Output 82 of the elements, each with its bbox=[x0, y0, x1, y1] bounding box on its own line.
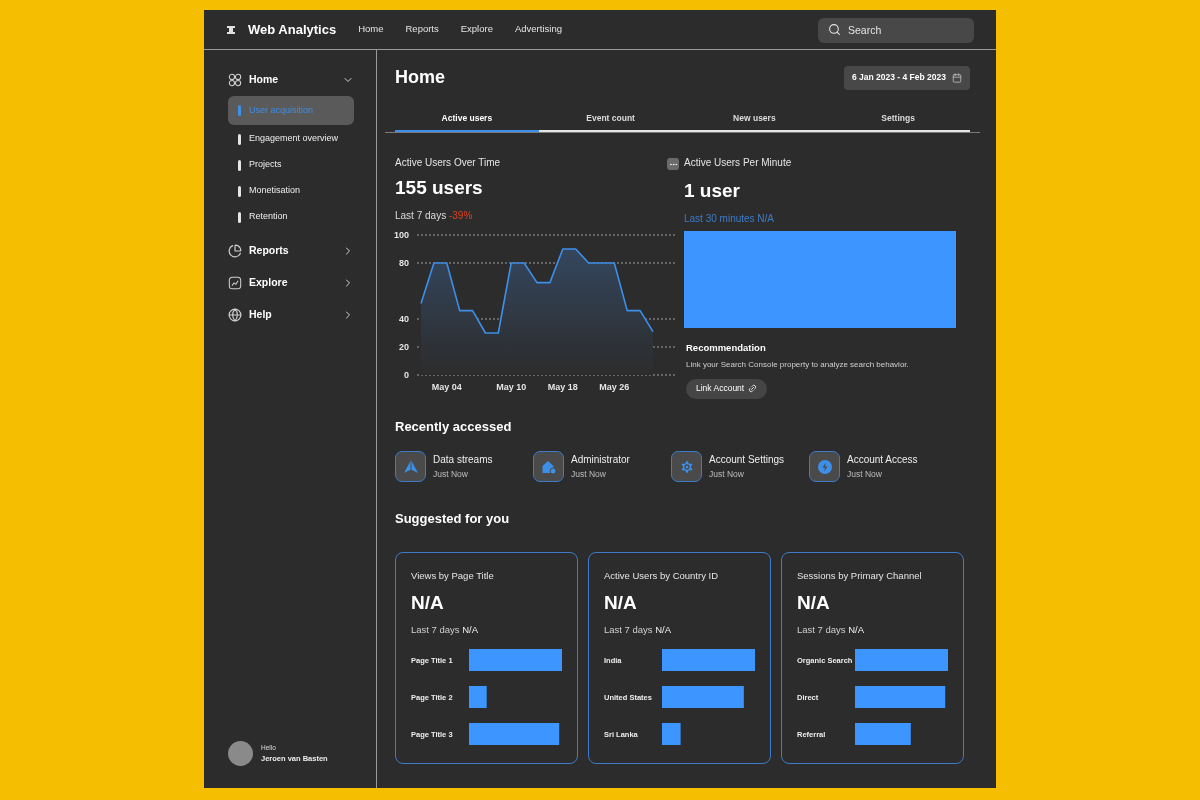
recent-item-label: Administrator bbox=[571, 454, 630, 467]
nav-link[interactable]: Explore bbox=[460, 22, 493, 37]
section-title: Recently accessed bbox=[395, 417, 513, 436]
gear-icon bbox=[678, 458, 695, 475]
y-tick-label: 40 bbox=[399, 313, 409, 324]
card-title: Sessions by Primary Channel bbox=[797, 568, 923, 583]
sidebar-item[interactable]: Home bbox=[228, 70, 354, 90]
sidebar-subitem[interactable]: Engagement overview bbox=[228, 127, 354, 151]
recent-item-time: Just Now bbox=[571, 468, 607, 480]
x-tick-label: May 04 bbox=[431, 381, 462, 392]
triangle-icon bbox=[402, 458, 419, 475]
metric-value: N/A bbox=[797, 591, 831, 615]
indicator-bar bbox=[238, 105, 241, 116]
recent-item-time: Just Now bbox=[709, 468, 745, 480]
tab[interactable]: New users bbox=[682, 106, 827, 132]
x-tick-label: May 26 bbox=[599, 381, 630, 392]
x-tick-label: May 10 bbox=[496, 381, 527, 392]
metric-value: 1 user bbox=[684, 179, 741, 203]
link-account-button[interactable]: Link Account bbox=[686, 378, 768, 399]
bar bbox=[662, 722, 681, 745]
indicator-bar bbox=[238, 185, 241, 197]
sidebar-item[interactable]: Help bbox=[228, 305, 354, 325]
pie-chart-icon bbox=[228, 244, 242, 258]
recent-item-time: Just Now bbox=[847, 468, 883, 480]
period-text: Last 7 days -39% bbox=[395, 208, 474, 223]
more-button[interactable] bbox=[667, 158, 679, 170]
recent-item[interactable]: Account Access Just Now bbox=[809, 451, 947, 483]
nav-link[interactable]: Advertising bbox=[514, 22, 562, 37]
page-title: Home bbox=[395, 66, 445, 89]
nav-link[interactable]: Home bbox=[358, 22, 384, 37]
card-title: Views by Page Title bbox=[411, 568, 495, 583]
y-tick-label: 20 bbox=[399, 341, 409, 352]
indicator-bar bbox=[238, 133, 241, 145]
sidebar-subitem[interactable]: Projects bbox=[228, 153, 354, 177]
globe-icon bbox=[228, 308, 242, 322]
indicator-bar bbox=[238, 159, 241, 171]
x-tick-label: May 18 bbox=[547, 381, 578, 392]
indicator-bar bbox=[238, 211, 241, 223]
sidebar-item[interactable]: Explore bbox=[228, 273, 354, 293]
period-text: Last 30 minutes N/A bbox=[684, 211, 776, 226]
search-icon bbox=[828, 23, 841, 36]
recent-item-label: Account Settings bbox=[709, 454, 785, 467]
app-title: Web Analytics bbox=[248, 20, 337, 39]
bolt-icon bbox=[816, 458, 833, 475]
calendar-icon bbox=[952, 72, 962, 83]
recent-item[interactable]: Account Settings Just Now bbox=[671, 451, 809, 483]
bar bbox=[855, 722, 911, 745]
y-tick-label: 80 bbox=[399, 257, 409, 268]
recent-item[interactable]: Data streams Just Now bbox=[395, 451, 533, 483]
recommendation-text: Link your Search Console property to analyze search behavior. bbox=[686, 358, 910, 371]
tab[interactable]: Active users bbox=[395, 106, 539, 132]
tab[interactable]: Event count bbox=[538, 106, 683, 132]
sidebar-subitem[interactable]: Retention bbox=[228, 205, 354, 229]
avatar bbox=[228, 741, 253, 766]
recent-item-label: Data streams bbox=[433, 454, 493, 467]
card-title: Active Users Over Time bbox=[395, 156, 501, 170]
period-text: Last 7 days N/A bbox=[411, 622, 480, 637]
sidebar-subitem[interactable]: Monetisation bbox=[228, 179, 354, 203]
period-text: Last 7 days N/A bbox=[797, 622, 866, 637]
recent-item-label: Account Access bbox=[847, 454, 918, 467]
recent-item-time: Just Now bbox=[433, 468, 469, 480]
metric-value: N/A bbox=[604, 591, 638, 615]
date-range-button[interactable]: 6 Jan 2023 - 4 Feb 2023 bbox=[843, 65, 970, 90]
search-field[interactable]: Search bbox=[818, 17, 974, 43]
grid-icon bbox=[228, 73, 242, 87]
bar bbox=[469, 685, 487, 708]
spool-logo-icon bbox=[226, 24, 236, 35]
line-chart-icon bbox=[228, 276, 242, 290]
card-title: Active Users by Country ID bbox=[604, 568, 720, 583]
house-icon bbox=[540, 458, 557, 475]
section-title: Suggested for you bbox=[395, 510, 511, 529]
metric-value: 155 users bbox=[395, 176, 484, 200]
metric-value: N/A bbox=[411, 591, 445, 615]
card-title: Active Users Per Minute bbox=[684, 156, 793, 170]
sidebar-item[interactable]: Reports bbox=[228, 241, 354, 261]
y-tick-label: 100 bbox=[393, 229, 409, 240]
recommendation-title: Recommendation bbox=[686, 340, 767, 355]
y-tick-label: 0 bbox=[404, 369, 409, 380]
recent-item[interactable]: Administrator Just Now bbox=[533, 451, 671, 483]
period-text: Last 7 days N/A bbox=[604, 622, 673, 637]
tab[interactable]: Settings bbox=[826, 106, 970, 132]
nav-link[interactable]: Reports bbox=[405, 22, 439, 37]
